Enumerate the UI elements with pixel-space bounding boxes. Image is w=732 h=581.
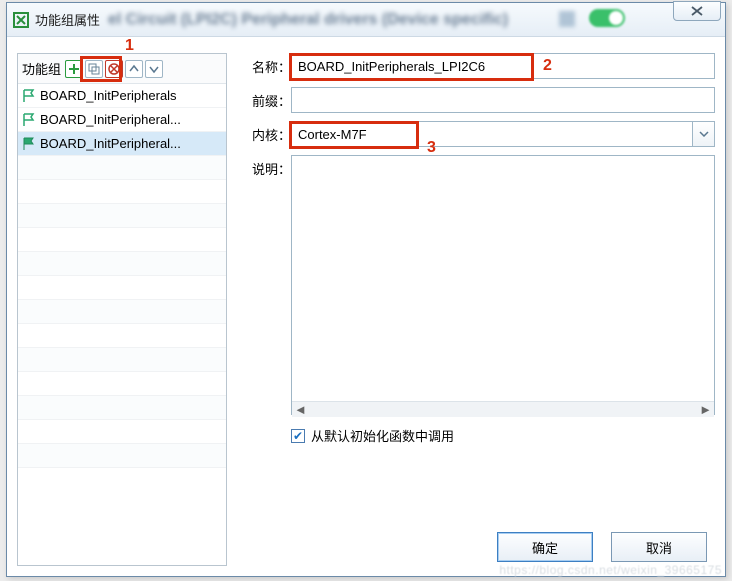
flag-icon-active — [22, 137, 36, 151]
name-label: 名称： — [245, 53, 291, 76]
close-button[interactable] — [673, 1, 721, 21]
list-item-label: BOARD_InitPeripheral... — [40, 136, 181, 151]
list-item-empty — [18, 300, 226, 324]
list-toolbar: 功能组 — [18, 54, 226, 84]
add-button[interactable] — [65, 60, 83, 78]
list-item-empty — [18, 420, 226, 444]
form-panel: 名称： 前缀： 内核： 说明： — [227, 53, 715, 566]
scroll-left-icon[interactable]: ◄ — [294, 402, 307, 417]
list-item-empty — [18, 396, 226, 420]
function-group-list-panel: 功能组 BOARD_I — [17, 53, 227, 566]
list-item-empty — [18, 444, 226, 468]
watermark: https://blog.csdn.net/weixin_39665175 — [499, 563, 722, 577]
app-icon — [13, 12, 29, 28]
core-combo[interactable] — [291, 121, 693, 147]
scroll-right-icon[interactable]: ► — [699, 402, 712, 417]
name-input[interactable] — [291, 53, 715, 79]
desc-label: 说明： — [245, 155, 291, 178]
list-item[interactable]: BOARD_InitPeripherals — [18, 84, 226, 108]
titlebar: 功能组属性 el Circuit (LPI2C) Peripheral driv… — [7, 3, 725, 37]
annotation-number-3: 3 — [427, 139, 436, 157]
function-group-list[interactable]: BOARD_InitPeripherals BOARD_InitPeripher… — [18, 84, 226, 565]
copy-button[interactable] — [85, 60, 103, 78]
list-item-empty — [18, 276, 226, 300]
prefix-input[interactable] — [291, 87, 715, 113]
background-title-blur: el Circuit (LPI2C) Peripheral drivers (D… — [108, 11, 508, 29]
dialog-window: 功能组属性 el Circuit (LPI2C) Peripheral driv… — [6, 2, 726, 577]
call-from-default-init-checkbox[interactable]: ✔ — [291, 429, 305, 443]
list-item-label: BOARD_InitPeripherals — [40, 88, 177, 103]
move-up-button[interactable] — [125, 60, 143, 78]
list-header-label: 功能组 — [22, 59, 61, 78]
list-item[interactable]: BOARD_InitPeripheral... — [18, 108, 226, 132]
textarea-hscrollbar[interactable]: ◄ ► — [292, 401, 714, 417]
flag-icon — [22, 113, 36, 127]
list-item-empty — [18, 348, 226, 372]
cancel-button[interactable]: 取消 — [611, 532, 707, 562]
dialog-title: 功能组属性 — [35, 10, 100, 29]
list-item-empty — [18, 324, 226, 348]
desc-textarea[interactable] — [291, 155, 715, 415]
annotation-number-1: 1 — [125, 37, 134, 55]
list-item[interactable]: BOARD_InitPeripheral... — [18, 132, 226, 156]
checkbox-label: 从默认初始化函数中调用 — [311, 426, 454, 445]
core-dropdown-button[interactable] — [693, 121, 715, 147]
list-item-label: BOARD_InitPeripheral... — [40, 112, 181, 127]
list-item-empty — [18, 372, 226, 396]
annotation-number-2: 2 — [543, 57, 552, 75]
list-item-empty — [18, 252, 226, 276]
list-item-empty — [18, 156, 226, 180]
delete-button[interactable] — [105, 60, 123, 78]
list-item-empty — [18, 228, 226, 252]
list-item-empty — [18, 180, 226, 204]
prefix-label: 前缀： — [245, 87, 291, 110]
bg-toggle-blur — [589, 9, 625, 27]
ok-button[interactable]: 确定 — [497, 532, 593, 562]
move-down-button[interactable] — [145, 60, 163, 78]
bg-icon-blur — [559, 11, 575, 27]
list-item-empty — [18, 204, 226, 228]
core-label: 内核： — [245, 121, 291, 144]
flag-icon — [22, 89, 36, 103]
